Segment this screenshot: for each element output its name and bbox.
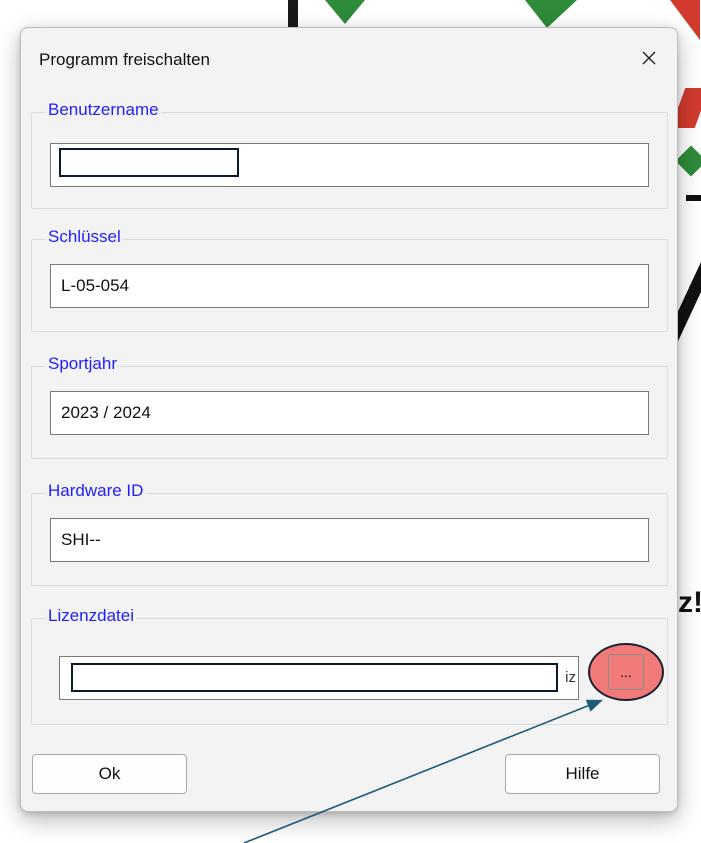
background-shape: [325, 0, 365, 24]
browse-button[interactable]: ...: [608, 654, 644, 690]
dialog-titlebar: Programm freischalten: [21, 28, 677, 92]
background-shape: [288, 0, 298, 30]
redaction-box: [59, 148, 239, 177]
background-shape: [686, 195, 701, 201]
group-hardware-id: Hardware ID SHI--: [31, 481, 668, 586]
license-dialog: Programm freischalten Benutzername Schlü…: [20, 27, 678, 812]
close-icon: [642, 51, 656, 65]
dialog-title: Programm freischalten: [39, 50, 211, 69]
key-field[interactable]: L-05-054: [50, 264, 649, 308]
group-label-sportjahr: Sportjahr: [46, 354, 119, 374]
sport-year-field[interactable]: 2023 / 2024: [50, 391, 649, 435]
group-label-schluessel: Schlüssel: [46, 227, 123, 247]
background-partial-text: z!: [678, 586, 701, 619]
group-label-benutzername: Benutzername: [46, 100, 161, 120]
ok-button[interactable]: Ok: [32, 754, 187, 794]
background-shape: [675, 145, 701, 177]
group-label-lizenzdatei: Lizenzdatei: [46, 606, 137, 626]
background-shape: [525, 0, 577, 28]
group-label-hardware-id: Hardware ID: [46, 481, 146, 501]
close-button[interactable]: [631, 42, 667, 74]
help-button[interactable]: Hilfe: [505, 754, 660, 794]
hardware-id-field[interactable]: SHI--: [50, 518, 649, 562]
redaction-box: [71, 663, 558, 692]
license-file-value-tail: iz: [565, 669, 576, 686]
group-schluessel: Schlüssel L-05-054: [31, 227, 668, 332]
browse-button-highlight[interactable]: ...: [588, 643, 664, 701]
group-sportjahr: Sportjahr 2023 / 2024: [31, 354, 668, 459]
